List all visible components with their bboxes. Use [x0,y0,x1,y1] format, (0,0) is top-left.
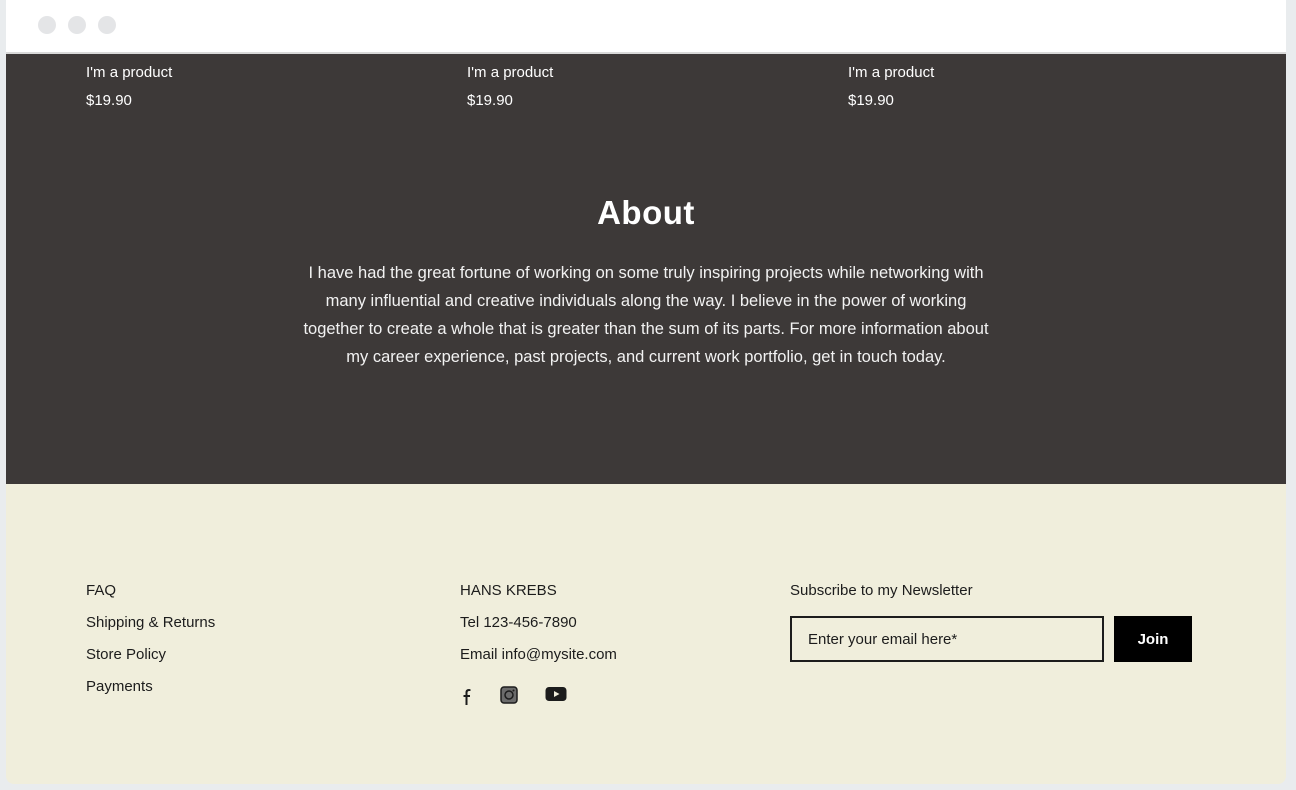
product-name[interactable]: I'm a product [86,64,386,82]
footer-link-payments[interactable]: Payments [86,678,153,696]
window-minimize-dot[interactable] [68,16,86,34]
about-paragraph: I have had the great fortune of working … [303,264,989,366]
about-heading: About [597,194,695,231]
footer-link-faq[interactable]: FAQ [86,582,116,600]
contact-name: HANS KREBS [460,582,557,599]
contact-email: Email info@mysite.com [460,646,617,663]
facebook-icon[interactable] [460,686,474,706]
product-name[interactable]: I'm a product [467,64,767,82]
instagram-icon[interactable] [500,686,518,706]
product-card[interactable]: I'm a product $19.90 [848,64,1148,110]
product-price: $19.90 [86,92,132,109]
site-footer: FAQ Shipping & Returns Store Policy Paym… [6,484,1286,784]
join-button[interactable]: Join [1114,616,1192,662]
product-price: $19.90 [848,92,894,109]
footer-link-store-policy[interactable]: Store Policy [86,646,166,664]
newsletter-email-input[interactable] [790,616,1104,662]
browser-window: I'm a product $19.90 I'm a product $19.9… [6,0,1286,784]
footer-link-shipping-returns[interactable]: Shipping & Returns [86,614,215,632]
product-price: $19.90 [467,92,513,109]
window-close-dot[interactable] [38,16,56,34]
product-card[interactable]: I'm a product $19.90 [86,64,386,110]
window-maximize-dot[interactable] [98,16,116,34]
newsletter-label: Subscribe to my Newsletter [790,582,973,599]
product-card[interactable]: I'm a product $19.90 [467,64,767,110]
dark-section: I'm a product $19.90 I'm a product $19.9… [6,54,1286,484]
window-titlebar [6,0,1286,54]
product-name[interactable]: I'm a product [848,64,1148,82]
youtube-icon[interactable] [545,686,567,706]
contact-phone: Tel 123-456-7890 [460,614,577,631]
